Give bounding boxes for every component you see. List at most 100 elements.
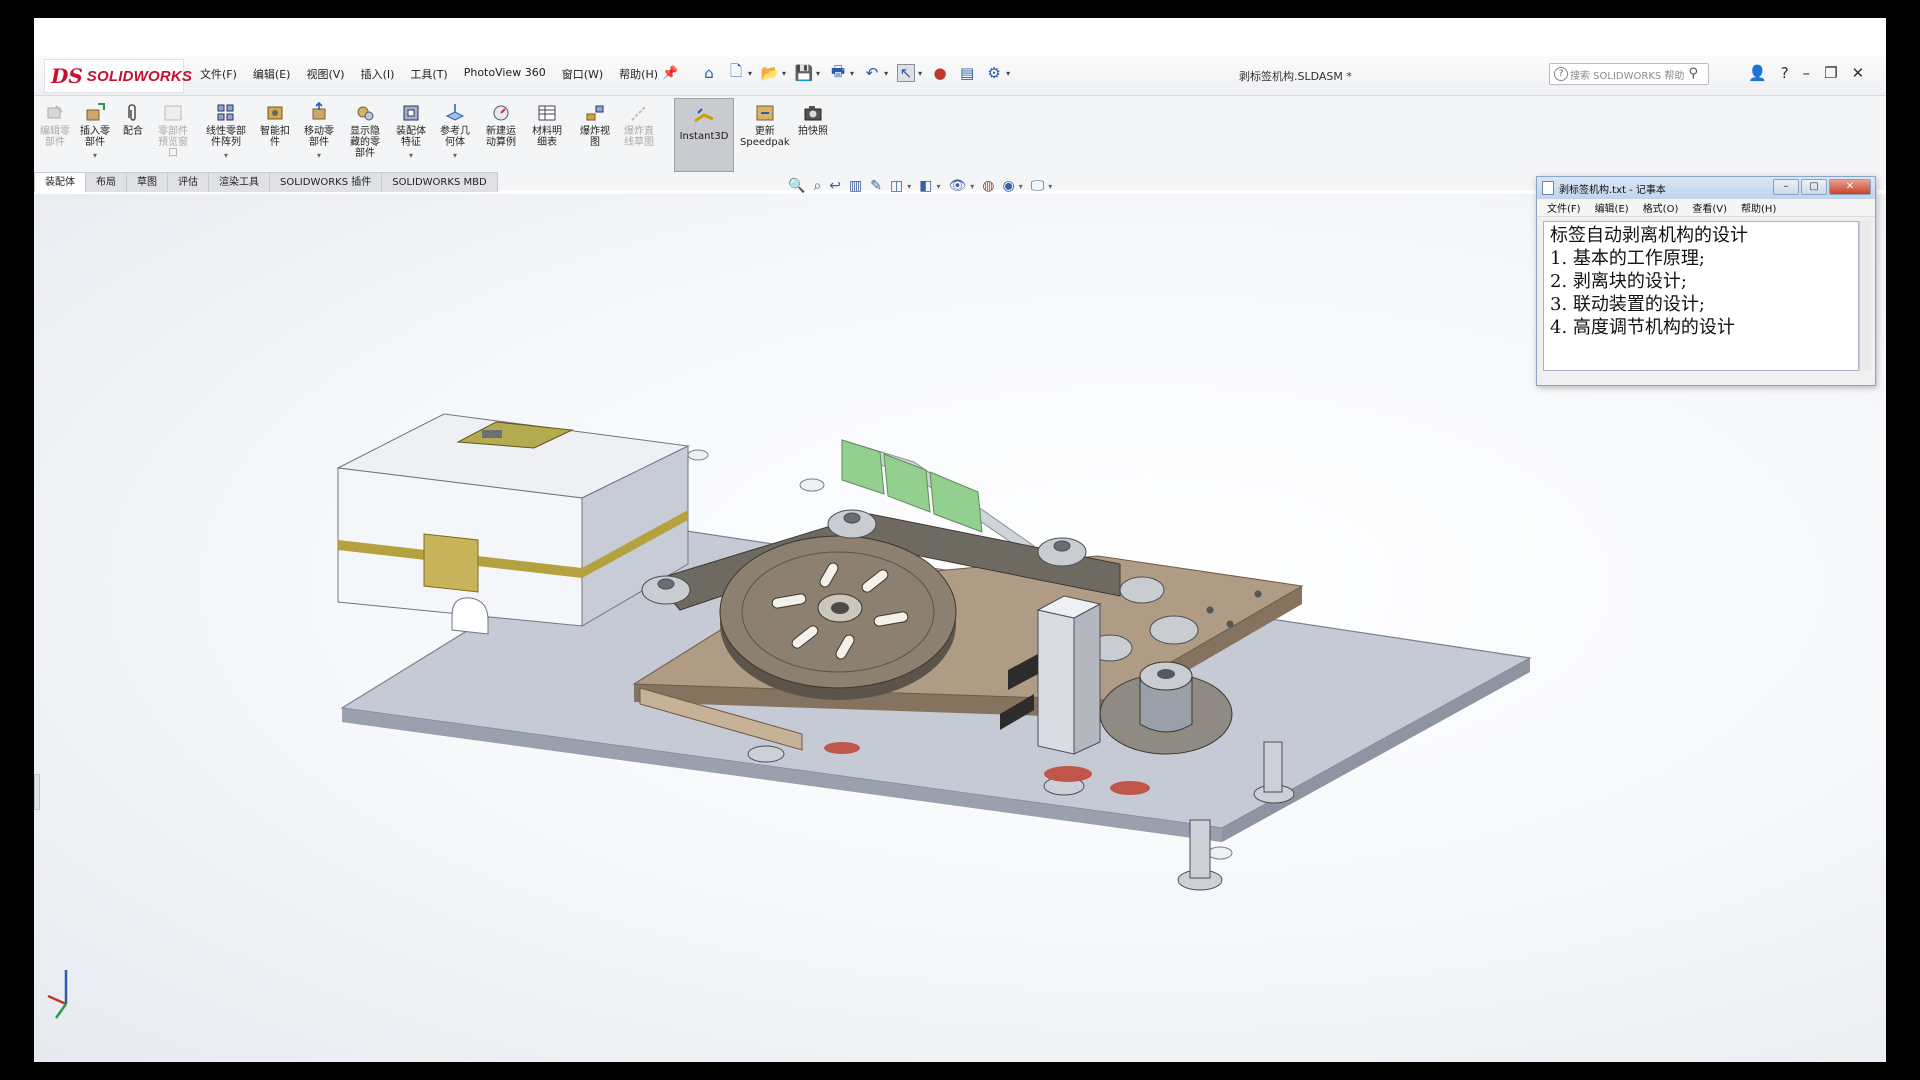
new-document-icon[interactable]: 🗋: [727, 62, 745, 82]
notepad-menu-edit[interactable]: 编辑(E): [1595, 200, 1629, 215]
linear-pattern-label: 线性零部 件阵列: [206, 126, 246, 148]
menu-photoview[interactable]: PhotoView 360: [464, 66, 546, 82]
tab-render-tools[interactable]: 渲染工具: [208, 172, 270, 192]
save-icon[interactable]: 💾: [795, 64, 814, 82]
chevron-down-icon[interactable]: ▾: [918, 69, 922, 78]
view-orientation-icon[interactable]: ◫: [890, 178, 903, 194]
edit-component-button[interactable]: 编辑零 部件: [40, 102, 70, 148]
undo-icon[interactable]: ↶: [863, 64, 881, 82]
section-view-icon[interactable]: ▥: [849, 178, 862, 194]
chevron-down-icon[interactable]: ▾: [453, 150, 457, 161]
traffic-light-icon[interactable]: ●: [931, 64, 949, 82]
hide-show-items-icon[interactable]: 👁: [948, 178, 966, 194]
apply-scene-icon[interactable]: ◉: [1003, 178, 1015, 194]
search-icon[interactable]: ⚲: [1688, 66, 1698, 81]
chevron-down-icon[interactable]: ▾: [850, 69, 854, 78]
chevron-down-icon[interactable]: ▾: [1006, 69, 1010, 78]
smart-fasteners-button[interactable]: 智能扣 件: [260, 102, 290, 148]
minimize-icon[interactable]: –: [1773, 179, 1799, 195]
new-motion-study-button[interactable]: 新建运 动算例: [486, 102, 516, 148]
file-properties-icon[interactable]: ▤: [958, 64, 976, 82]
chevron-down-icon[interactable]: ▾: [224, 150, 228, 161]
menu-bar: 文件(F) 编辑(E) 视图(V) 插入(I) 工具(T) PhotoView …: [200, 66, 658, 82]
close-icon[interactable]: ✕: [1829, 179, 1871, 195]
instant3d-button[interactable]: Instant3D: [674, 98, 734, 172]
menu-window[interactable]: 窗口(W): [562, 66, 603, 82]
home-icon[interactable]: ⌂: [700, 64, 718, 82]
dynamic-annotation-icon[interactable]: ✎: [870, 178, 882, 194]
view-settings-icon[interactable]: 🖵: [1031, 178, 1045, 194]
menu-help[interactable]: 帮助(H): [619, 66, 658, 82]
explode-line-sketch-button[interactable]: 爆炸直 线草图: [624, 102, 654, 148]
print-icon[interactable]: 🖶: [829, 62, 847, 82]
tab-sketch[interactable]: 草图: [126, 172, 168, 192]
notepad-title-bar[interactable]: 剥标签机构.txt - 记事本 – □ ✕: [1537, 177, 1875, 199]
search-placeholder: 搜索 SOLIDWORKS 帮助: [1570, 70, 1685, 82]
chevron-down-icon[interactable]: ▾: [1019, 182, 1023, 191]
exploded-view-button[interactable]: 爆炸视 图: [580, 102, 610, 148]
notepad-window[interactable]: 剥标签机构.txt - 记事本 – □ ✕ 文件(F) 编辑(E) 格式(O) …: [1536, 176, 1876, 386]
notepad-menu-view[interactable]: 查看(V): [1692, 200, 1727, 215]
tab-solidworks-mbd[interactable]: SOLIDWORKS MBD: [381, 172, 498, 192]
new-motion-study-label: 新建运 动算例: [486, 126, 516, 148]
maximize-icon[interactable]: □: [1801, 179, 1827, 195]
window-controls: 👤 ? – ❐ ✕: [1748, 64, 1864, 82]
notepad-menu-help[interactable]: 帮助(H): [1741, 200, 1776, 215]
chevron-down-icon[interactable]: ▾: [93, 150, 97, 161]
chevron-down-icon[interactable]: ▾: [782, 69, 786, 78]
bill-of-materials-button[interactable]: 材料明 细表: [532, 102, 562, 148]
instant3d-label: Instant3D: [679, 131, 729, 142]
options-gear-icon[interactable]: ⚙: [985, 64, 1003, 82]
notepad-menu-format[interactable]: 格式(O): [1643, 200, 1679, 215]
menu-tools[interactable]: 工具(T): [410, 66, 447, 82]
zoom-to-fit-icon[interactable]: 🔍: [788, 178, 805, 194]
logo-text: SOLIDWORKS: [86, 67, 193, 85]
open-folder-icon[interactable]: 📂: [761, 64, 780, 82]
menu-insert[interactable]: 插入(I): [361, 66, 395, 82]
chevron-down-icon[interactable]: ▾: [816, 69, 820, 78]
chevron-down-icon[interactable]: ▾: [748, 69, 752, 78]
snapshot-label: 拍快照: [798, 126, 828, 137]
zoom-to-area-icon[interactable]: ⌕: [813, 178, 821, 194]
notepad-text-area[interactable]: 标签自动剥离机构的设计 1. 基本的工作原理; 2. 剥离块的设计; 3. 联动…: [1543, 221, 1859, 371]
show-hidden-components-button[interactable]: 显示隐 藏的零 部件: [350, 102, 380, 159]
pin-menu-icon[interactable]: 📌: [662, 66, 678, 81]
help-icon[interactable]: ?: [1781, 64, 1789, 82]
help-search-box[interactable]: ? 搜索 SOLIDWORKS 帮助 ⚲: [1549, 63, 1709, 85]
chevron-down-icon[interactable]: ▾: [317, 150, 321, 161]
tab-evaluate[interactable]: 评估: [167, 172, 209, 192]
tab-solidworks-addins[interactable]: SOLIDWORKS 插件: [269, 172, 383, 192]
chevron-down-icon[interactable]: ▾: [970, 182, 974, 191]
chevron-down-icon[interactable]: ▾: [936, 182, 940, 191]
restore-icon[interactable]: ❐: [1824, 64, 1837, 82]
assembly-feature-button[interactable]: 装配体 特征 ▾: [396, 102, 426, 161]
menu-edit[interactable]: 编辑(E): [253, 66, 291, 82]
notepad-menu-file[interactable]: 文件(F): [1547, 200, 1581, 215]
insert-component-button[interactable]: 插入零 部件 ▾: [80, 102, 110, 161]
move-component-button[interactable]: 移动零 部件 ▾: [304, 102, 334, 161]
update-speedpak-button[interactable]: 更新 Speedpak: [740, 102, 790, 148]
tab-layout[interactable]: 布局: [85, 172, 127, 192]
display-style-icon[interactable]: ◧: [919, 178, 932, 194]
reference-geometry-button[interactable]: 参考几 何体 ▾: [440, 102, 470, 161]
menu-file[interactable]: 文件(F): [200, 66, 237, 82]
tab-assembly[interactable]: 装配体: [34, 172, 86, 192]
notepad-scrollbar[interactable]: [1859, 221, 1871, 371]
take-snapshot-button[interactable]: 拍快照: [798, 102, 828, 137]
user-icon[interactable]: 👤: [1748, 64, 1767, 82]
chevron-down-icon[interactable]: ▾: [907, 182, 911, 191]
chevron-down-icon[interactable]: ▾: [884, 69, 888, 78]
mate-button[interactable]: 配合: [122, 102, 144, 137]
linear-pattern-button[interactable]: 线性零部 件阵列 ▾: [206, 102, 246, 161]
close-icon[interactable]: ✕: [1852, 64, 1865, 82]
solidworks-logo[interactable]: DS SOLIDWORKS: [44, 59, 192, 93]
minimize-icon[interactable]: –: [1803, 64, 1811, 82]
chevron-down-icon[interactable]: ▾: [1048, 182, 1052, 191]
edit-appearance-icon[interactable]: ◍: [982, 178, 994, 194]
chevron-down-icon[interactable]: ▾: [409, 150, 413, 161]
exploded-view-label: 爆炸视 图: [580, 126, 610, 148]
component-preview-button[interactable]: 零部件 预览窗 口: [158, 102, 188, 159]
menu-view[interactable]: 视图(V): [306, 66, 344, 82]
previous-view-icon[interactable]: ↩: [829, 178, 841, 194]
select-pointer-icon[interactable]: ↖: [897, 64, 916, 82]
